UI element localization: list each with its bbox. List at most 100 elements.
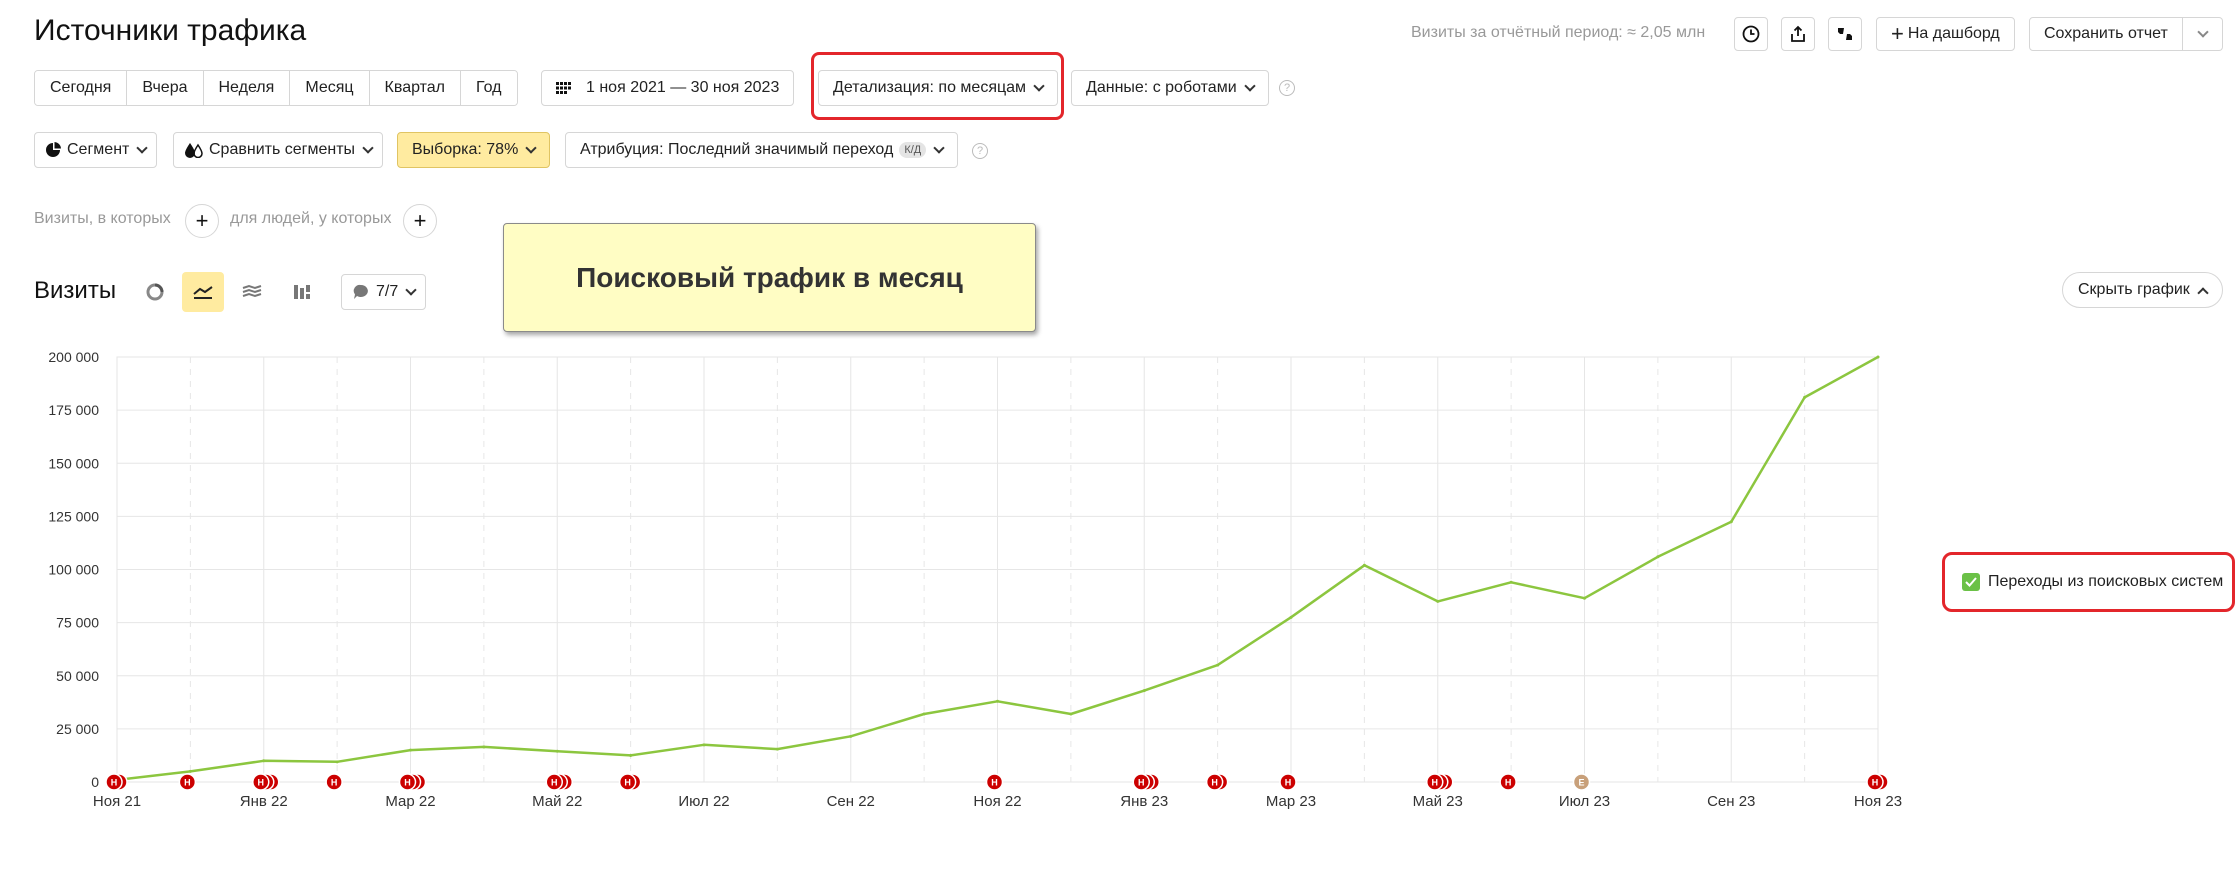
export-button[interactable] [1781, 17, 1815, 51]
chevron-down-icon [1243, 79, 1256, 92]
feedback-button[interactable] [1828, 17, 1862, 51]
data-point [482, 745, 486, 749]
y-tick-label: 200 000 [48, 349, 99, 365]
attribution-label: Атрибуция: Последний значимый переход [580, 141, 894, 158]
history-button[interactable] [1734, 17, 1768, 51]
x-tick-label: Янв 23 [1120, 793, 1168, 810]
add-to-dashboard-label: На дашборд [1907, 25, 2000, 42]
chevron-down-icon [362, 141, 374, 154]
x-tick-label: Мар 23 [1266, 793, 1316, 810]
compare-segments-dropdown[interactable]: Сравнить сегменты [173, 132, 384, 168]
annotation-marker-glyph: Н [331, 778, 338, 788]
period-today[interactable]: Сегодня [35, 71, 128, 105]
segment-label: Сегмент [67, 141, 130, 158]
chevron-down-icon [933, 141, 945, 154]
pie-segment-icon [46, 142, 61, 157]
data-point [188, 769, 192, 773]
save-report-menu-button[interactable] [2183, 17, 2223, 51]
annotation-marker-glyph: Н [1432, 778, 1439, 788]
annotation-marker-glyph: Н [184, 778, 191, 788]
period-yesterday[interactable]: Вчера [127, 71, 204, 105]
data-point [702, 743, 706, 747]
help-icon[interactable]: ? [1279, 80, 1295, 96]
period-year[interactable]: Год [461, 71, 517, 105]
add-people-condition-button[interactable]: + [403, 204, 437, 238]
period-selector: Сегодня Вчера Неделя Месяц Квартал Год [34, 70, 518, 106]
data-point [1289, 615, 1293, 619]
x-tick-label: Мар 22 [385, 793, 435, 810]
checkmark-icon [1965, 577, 1977, 587]
data-point [1803, 395, 1807, 399]
page-title: Источники трафика [34, 14, 307, 47]
chevron-down-icon [405, 283, 417, 296]
chart-type-line[interactable] [182, 272, 224, 312]
data-point [1656, 555, 1660, 559]
data-point [1876, 355, 1880, 359]
annotations-count: 7/7 [376, 283, 399, 300]
data-point [922, 712, 926, 716]
segment-dropdown[interactable]: Сегмент [34, 132, 158, 168]
data-point [1216, 663, 1220, 667]
data-point [1729, 520, 1733, 524]
y-tick-label: 100 000 [48, 562, 99, 578]
annotation-marker-glyph: Н [404, 778, 411, 788]
calendar-grid-icon [556, 82, 571, 94]
share-icon [1791, 25, 1805, 42]
annotation-marker-glyph: Н [624, 778, 631, 788]
x-tick-label: Июл 22 [678, 793, 729, 810]
data-point [409, 748, 412, 752]
chart-type-pie[interactable] [134, 272, 176, 312]
data-point [1069, 712, 1073, 716]
attribution-dropdown[interactable]: Атрибуция: Последний значимый переход К/… [565, 132, 959, 168]
sample-dropdown[interactable]: Выборка: 78% [397, 132, 551, 168]
data-point [849, 734, 853, 738]
hide-chart-button[interactable]: Скрыть график [2062, 272, 2223, 308]
chart-title: Визиты [34, 277, 117, 304]
add-to-dashboard-button[interactable]: + На дашборд [1876, 17, 2015, 51]
x-tick-label: Янв 22 [240, 793, 288, 810]
data-point [1362, 563, 1366, 567]
bar-chart-icon [294, 285, 310, 299]
data-point [1583, 596, 1586, 600]
save-report-button[interactable]: Сохранить отчет [2029, 17, 2183, 51]
add-visit-condition-button[interactable]: + [185, 204, 219, 238]
annotation-marker-glyph: Н [1505, 778, 1512, 788]
chevron-up-icon [2197, 286, 2209, 299]
legend-item-search-engines[interactable]: Переходы из поисковых систем [1942, 552, 2235, 612]
annotations-dropdown[interactable]: 7/7 [341, 274, 427, 310]
chart-type-area[interactable] [231, 272, 273, 312]
period-month[interactable]: Месяц [290, 71, 370, 105]
help-icon[interactable]: ? [972, 143, 988, 159]
annotation-marker-glyph: Н [1285, 778, 1292, 788]
people-filter-label: для людей, у которых [230, 210, 392, 227]
chevron-down-icon [525, 141, 537, 154]
date-range-label: 1 ноя 2021 — 30 ноя 2023 [586, 79, 780, 96]
y-tick-label: 0 [91, 774, 99, 790]
period-quarter[interactable]: Квартал [369, 71, 462, 105]
data-point [1436, 599, 1440, 603]
annotation-marker-glyph: Н [1872, 778, 1879, 788]
data-point [1142, 689, 1146, 693]
data-robots-dropdown[interactable]: Данные: с роботами [1071, 70, 1269, 106]
chevron-down-icon [136, 141, 149, 154]
chart-type-bar[interactable] [281, 272, 323, 312]
date-range-picker[interactable]: 1 ноя 2021 — 30 ноя 2023 [541, 70, 795, 106]
plus-icon: + [1891, 21, 1904, 46]
y-tick-label: 125 000 [48, 508, 99, 524]
data-point [775, 747, 779, 751]
annotation-marker-glyph: Н [258, 778, 265, 788]
search-traffic-callout: Поисковый трафик в месяц [503, 223, 1036, 332]
period-week[interactable]: Неделя [203, 71, 291, 105]
data-robots-label: Данные: с роботами [1086, 79, 1237, 96]
clock-icon [1742, 25, 1760, 43]
x-tick-label: Ноя 21 [93, 793, 141, 810]
y-tick-label: 50 000 [56, 668, 99, 684]
visits-period-info: Визиты за отчётный период: ≈ 2,05 млн [1411, 24, 1706, 41]
comment-icon [353, 284, 368, 299]
data-point [1509, 580, 1513, 584]
thumbs-icon [1838, 28, 1852, 40]
x-tick-label: Ноя 22 [973, 793, 1021, 810]
data-point [555, 749, 559, 753]
legend-checkbox[interactable] [1962, 573, 1980, 591]
hide-chart-label: Скрыть график [2078, 281, 2190, 298]
